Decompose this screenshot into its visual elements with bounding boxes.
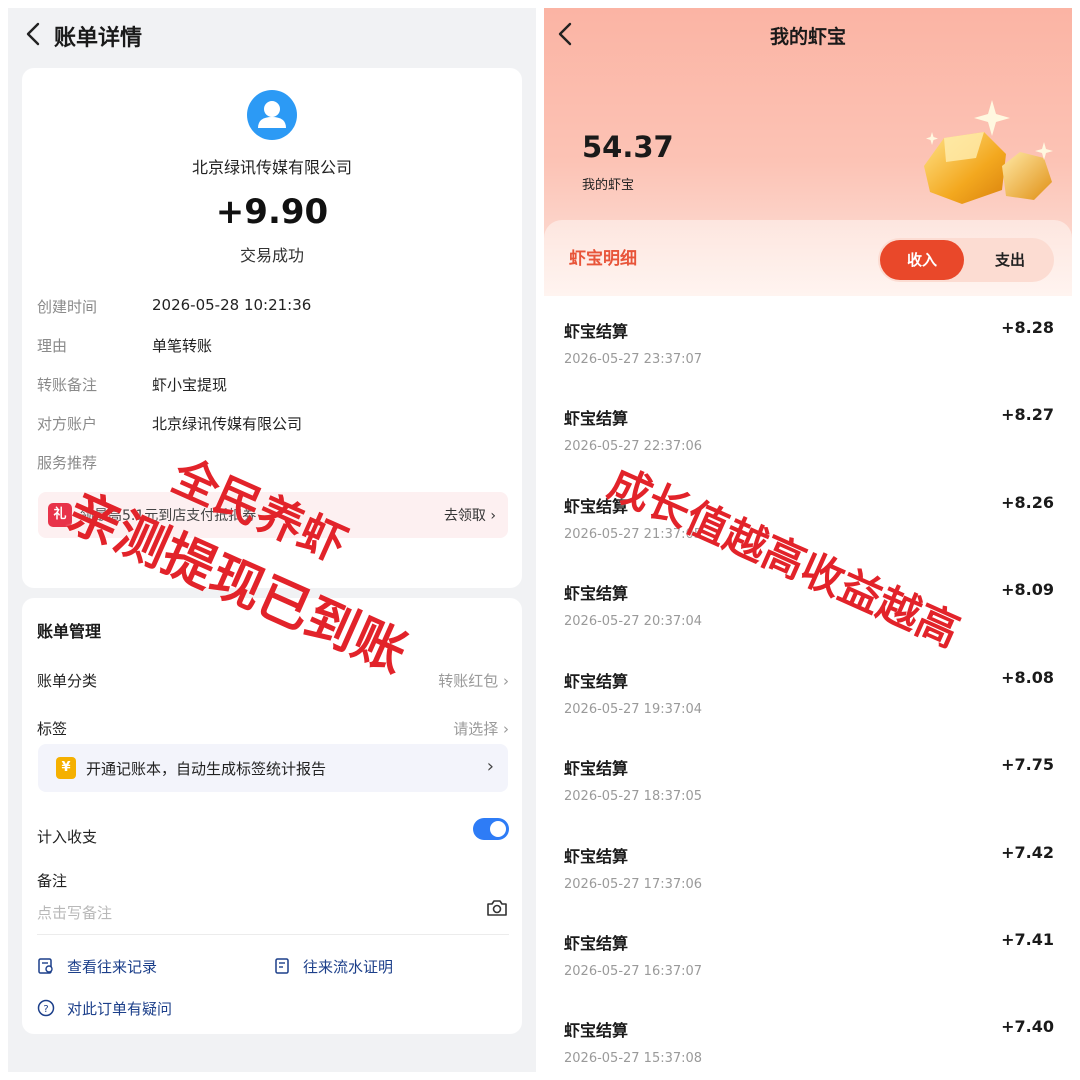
category-row[interactable]: 账单分类 转账红包 › <box>37 670 509 694</box>
list-item[interactable]: 虾宝结算 2026-05-27 18:37:05 +7.75 <box>564 755 1054 825</box>
back-arrow-icon[interactable] <box>22 20 46 48</box>
record-amount: +8.27 <box>1001 405 1054 424</box>
record-time: 2026-05-27 15:37:08 <box>564 1051 703 1066</box>
camera-icon[interactable] <box>485 896 509 920</box>
note-row: 备注 <box>37 870 509 894</box>
record-amount: +8.09 <box>1001 580 1054 599</box>
record-amount: +8.08 <box>1001 668 1054 687</box>
note-label: 备注 <box>37 872 68 890</box>
record-name: 虾宝结算 <box>564 584 629 603</box>
detail-value: 北京绿讯传媒有限公司 <box>152 415 303 433</box>
detail-tabbar: 虾宝明细 收入 支出 <box>544 220 1072 296</box>
tag-value: 请选择 › <box>453 720 509 738</box>
transaction-status: 交易成功 <box>239 246 304 265</box>
detail-value: 2026-05-28 10:21:36 <box>152 296 312 314</box>
tab-expense[interactable]: 支出 <box>968 240 1052 280</box>
user-avatar-icon <box>247 90 297 140</box>
record-name: 虾宝结算 <box>564 1021 629 1040</box>
transaction-amount: +9.90 <box>215 192 329 232</box>
history-icon <box>38 958 53 974</box>
record-time: 2026-05-27 20:37:04 <box>564 614 703 629</box>
detail-key: 创建时间 <box>37 298 98 316</box>
help-circle-icon: ? <box>37 999 55 1017</box>
record-time: 2026-05-27 23:37:07 <box>564 352 703 367</box>
count-income-label: 计入收支 <box>37 828 98 846</box>
record-amount: +7.75 <box>1001 755 1054 774</box>
detail-section-title: 虾宝明细 <box>569 249 637 269</box>
claim-link[interactable]: 去领取 › <box>444 505 496 525</box>
list-item[interactable]: 虾宝结算 2026-05-27 19:37:04 +8.08 <box>564 668 1054 738</box>
count-income-row: 计入收支 <box>37 826 509 850</box>
record-time: 2026-05-27 18:37:05 <box>564 789 703 804</box>
bill-management-card: 账单管理 账单分类 转账红包 › 标签 请选择 › ¥ 开通记账本，自动生成标签… <box>22 598 522 1034</box>
record-time: 2026-05-27 17:37:06 <box>564 877 703 892</box>
record-time: 2026-05-27 16:37:07 <box>564 964 703 979</box>
payee-name: 北京绿讯传媒有限公司 <box>191 158 352 177</box>
record-name: 虾宝结算 <box>564 409 629 428</box>
record-time: 2026-05-27 19:37:04 <box>564 702 703 717</box>
ledger-promo-banner[interactable]: ¥ 开通记账本，自动生成标签统计报告 › <box>38 744 508 792</box>
category-value: 转账红包 › <box>438 672 509 690</box>
tag-row[interactable]: 标签 请选择 › <box>37 718 509 742</box>
view-history-label: 查看往来记录 <box>67 958 158 976</box>
record-amount: +8.26 <box>1001 493 1054 512</box>
detail-value: 单笔转账 <box>152 337 213 355</box>
bill-detail-header: 账单详情 <box>8 8 536 60</box>
record-name: 虾宝结算 <box>564 847 629 866</box>
list-item[interactable]: 虾宝结算 2026-05-27 16:37:07 +7.41 <box>564 930 1054 1000</box>
income-expense-switch: 收入 支出 <box>878 238 1054 282</box>
count-income-toggle[interactable] <box>473 818 509 840</box>
record-amount: +7.42 <box>1001 843 1054 862</box>
chevron-right-icon: › <box>486 756 494 777</box>
page-title: 账单详情 <box>54 26 143 51</box>
record-time: 2026-05-27 22:37:06 <box>564 439 703 454</box>
record-amount: +8.28 <box>1001 318 1054 337</box>
list-item[interactable]: 虾宝结算 2026-05-27 17:37:06 +7.42 <box>564 843 1054 913</box>
detail-key: 对方账户 <box>37 415 98 433</box>
record-amount: +7.40 <box>1001 1017 1054 1036</box>
category-label: 账单分类 <box>37 672 98 690</box>
page-title: 我的虾宝 <box>769 26 846 48</box>
toggle-knob <box>490 821 506 837</box>
list-item[interactable]: 虾宝结算 2026-05-27 23:37:07 +8.28 <box>564 318 1054 388</box>
list-item[interactable]: 虾宝结算 2026-05-27 15:37:08 +7.40 <box>564 1017 1054 1072</box>
document-icon <box>275 958 289 974</box>
svg-text:?: ? <box>43 1004 48 1015</box>
balance-value: 54.37 <box>582 130 674 164</box>
tab-income[interactable]: 收入 <box>880 240 964 280</box>
record-name: 虾宝结算 <box>564 322 629 341</box>
tag-label: 标签 <box>37 720 68 738</box>
detail-key: 理由 <box>37 337 68 355</box>
yuan-icon: ¥ <box>56 757 76 779</box>
record-amount: +7.41 <box>1001 930 1054 949</box>
divider <box>37 934 509 935</box>
gold-nugget-icon <box>924 100 1053 204</box>
balance-label: 我的虾宝 <box>582 178 635 193</box>
detail-key: 转账备注 <box>37 376 98 394</box>
record-name: 虾宝结算 <box>564 934 629 953</box>
order-question-label: 对此订单有疑问 <box>67 1000 173 1018</box>
note-input[interactable]: 点击写备注 <box>37 902 112 923</box>
record-name: 虾宝结算 <box>564 672 629 691</box>
statement-proof-label: 往来流水证明 <box>303 958 394 976</box>
detail-value: 虾小宝提现 <box>152 376 228 394</box>
ledger-text: 开通记账本，自动生成标签统计报告 <box>86 760 327 778</box>
record-name: 虾宝结算 <box>564 759 629 778</box>
section-title: 账单管理 <box>37 622 102 641</box>
